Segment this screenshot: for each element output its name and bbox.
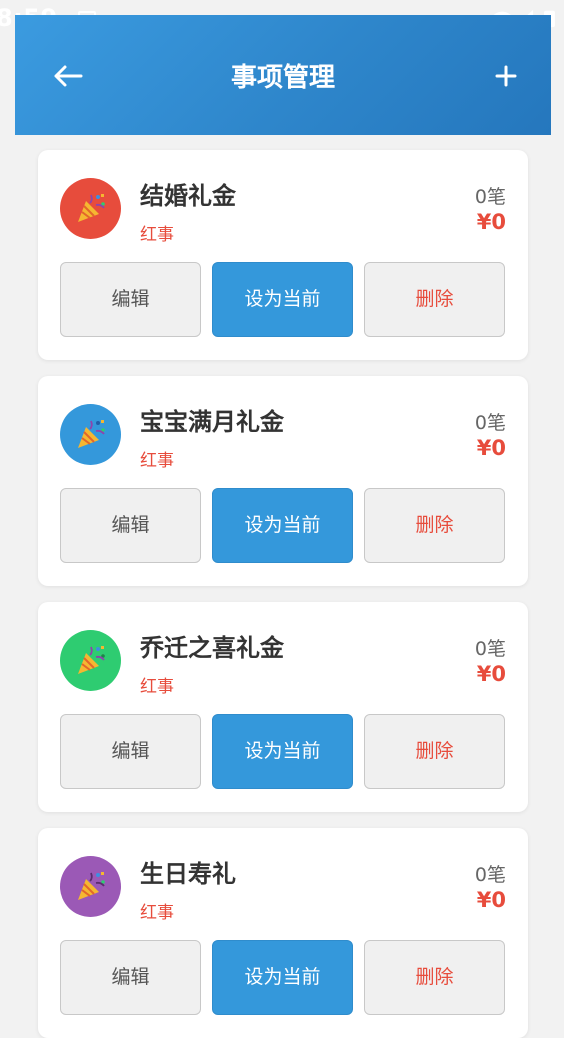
event-avatar <box>60 856 121 917</box>
event-card: 乔迁之喜礼金 红事 0笔 ¥0 编辑 设为当前 删除 <box>38 602 528 812</box>
event-avatar <box>60 630 121 691</box>
event-avatar <box>60 404 121 465</box>
total-amount: ¥0 <box>476 436 506 460</box>
total-amount: ¥0 <box>476 210 506 234</box>
record-count: 0笔 <box>474 864 506 886</box>
edit-button[interactable]: 编辑 <box>60 714 201 789</box>
party-popper-icon <box>78 646 105 674</box>
edit-button[interactable]: 编辑 <box>60 488 201 563</box>
delete-button[interactable]: 删除 <box>364 262 505 337</box>
event-card: 生日寿礼 红事 0笔 ¥0 编辑 设为当前 删除 <box>38 828 528 1038</box>
record-count: 0笔 <box>474 186 506 208</box>
event-name: 乔迁之喜礼金 <box>140 634 284 662</box>
set-current-button[interactable]: 设为当前 <box>212 488 353 563</box>
plus-icon <box>495 65 517 87</box>
party-popper-icon <box>78 872 105 900</box>
set-current-button[interactable]: 设为当前 <box>212 714 353 789</box>
event-card: 宝宝满月礼金 红事 0笔 ¥0 编辑 设为当前 删除 <box>38 376 528 586</box>
event-type: 红事 <box>140 451 174 471</box>
event-type: 红事 <box>140 225 174 245</box>
edit-button[interactable]: 编辑 <box>60 262 201 337</box>
event-card: 结婚礼金 红事 0笔 ¥0 编辑 设为当前 删除 <box>38 150 528 360</box>
record-count: 0笔 <box>474 638 506 660</box>
delete-button[interactable]: 删除 <box>364 488 505 563</box>
event-name: 生日寿礼 <box>140 860 236 888</box>
party-popper-icon <box>78 194 105 222</box>
record-count: 0笔 <box>474 412 506 434</box>
event-type: 红事 <box>140 903 174 923</box>
add-button[interactable] <box>489 59 523 93</box>
event-name: 结婚礼金 <box>140 182 236 210</box>
event-avatar <box>60 178 121 239</box>
event-name: 宝宝满月礼金 <box>140 408 284 436</box>
page-title: 事项管理 <box>230 63 335 93</box>
total-amount: ¥0 <box>476 888 506 912</box>
event-type: 红事 <box>140 677 174 697</box>
total-amount: ¥0 <box>476 662 506 686</box>
app-header: 事项管理 <box>15 15 551 135</box>
party-popper-icon <box>78 420 105 448</box>
delete-button[interactable]: 删除 <box>364 714 505 789</box>
set-current-button[interactable]: 设为当前 <box>212 262 353 337</box>
